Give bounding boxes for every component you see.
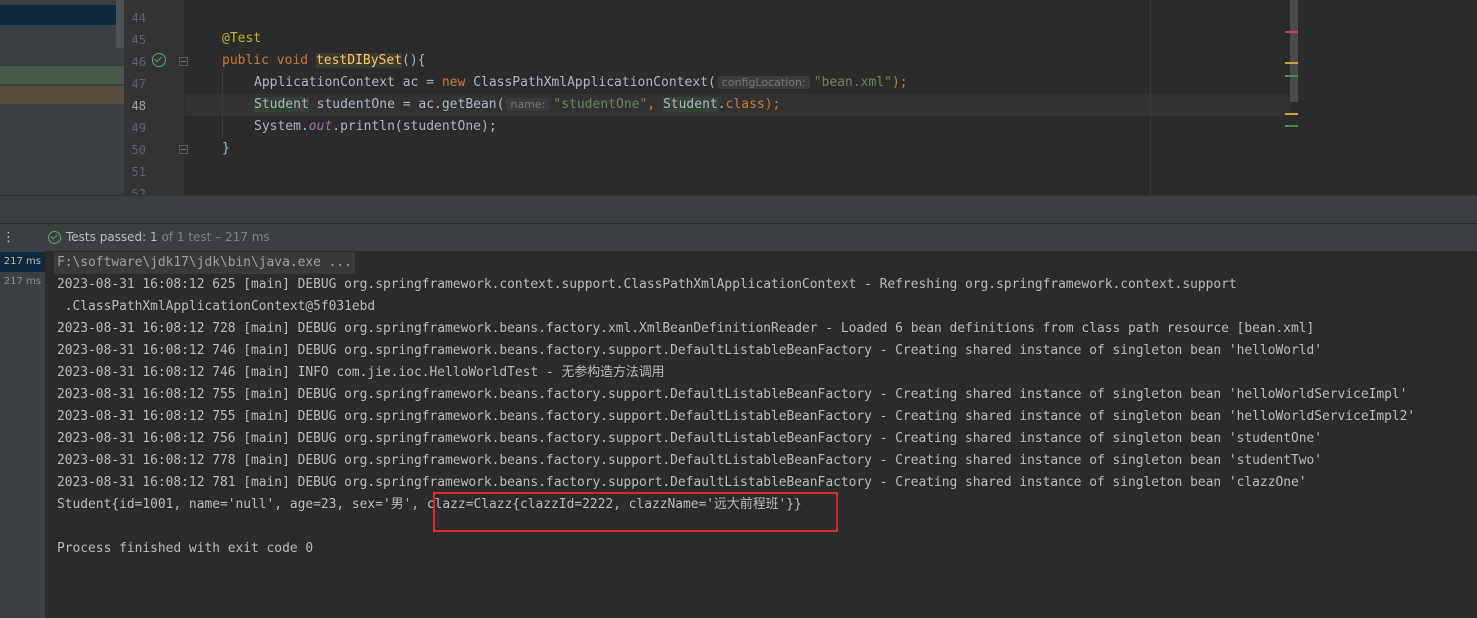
tests-status-label: Tests passed: <box>66 230 147 244</box>
code-text: ClassPathXmlApplicationContext( <box>465 75 716 90</box>
type-name: ApplicationContext <box>254 75 395 90</box>
run-test-check-icon[interactable] <box>152 53 166 67</box>
type-name: Student <box>662 97 718 112</box>
console-line: 2023-08-31 16:08:12 746 [main] DEBUG org… <box>57 343 1323 358</box>
code-line-method-signature[interactable]: public void testDIBySet(){ <box>222 50 426 72</box>
line-number: 51 <box>131 165 146 179</box>
console-line: .ClassPathXmlApplicationContext@5f031ebd <box>57 299 376 314</box>
code-text: (){ <box>402 53 426 68</box>
line-number: 49 <box>131 121 146 135</box>
parameter-hint: configLocation: <box>717 76 810 89</box>
line-number: 47 <box>131 77 146 91</box>
editor-scrollbar[interactable] <box>1290 0 1298 102</box>
tests-status-detail: of 1 test – 217 ms <box>161 230 270 244</box>
type-name: Student <box>254 97 309 112</box>
code-annotation[interactable]: @Test <box>222 28 261 50</box>
console-line: 2023-08-31 16:08:12 755 [main] DEBUG org… <box>57 409 1416 424</box>
code-text: ); <box>891 75 908 90</box>
console-line: 2023-08-31 16:08:12 625 [main] DEBUG org… <box>57 277 1237 292</box>
indent-guide <box>222 72 223 138</box>
console-line: 2023-08-31 16:08:12 781 [main] DEBUG org… <box>57 475 1307 490</box>
console-line: 2023-08-31 16:08:12 728 [main] DEBUG org… <box>57 321 1315 336</box>
string-literal: "bean.xml" <box>813 75 892 90</box>
parameter-hint: name: <box>506 98 550 111</box>
line-number-current: 48 <box>131 99 146 113</box>
console-command-line[interactable]: F:\software\jdk17\jdk\bin\java.exe ... <box>54 252 355 274</box>
more-options-icon[interactable]: ⋮ <box>2 231 15 245</box>
code-editor[interactable]: 44 45 46 47 48 49 50 51 52 @Test public … <box>0 0 1477 195</box>
code-line-50[interactable]: } <box>222 138 230 160</box>
line-number: 46 <box>131 55 146 69</box>
red-highlight-box <box>433 492 838 532</box>
test-tree-panel[interactable]: 217 ms 217 ms <box>0 251 45 618</box>
test-tree-row-root[interactable]: 217 ms <box>0 252 45 272</box>
code-text: .println(studentOne); <box>332 119 497 134</box>
console-line: 2023-08-31 16:08:12 746 [main] INFO com.… <box>57 365 665 380</box>
code-text: ac = <box>394 75 442 90</box>
tests-status-text: Tests passed: 1 of 1 test – 217 ms <box>66 230 270 244</box>
test-tree-row[interactable]: 217 ms <box>0 272 45 292</box>
code-text: . <box>717 97 726 112</box>
right-margin-line <box>1150 0 1151 195</box>
line-number: 50 <box>131 143 146 157</box>
panel-splitter[interactable] <box>0 195 1477 223</box>
code-text: ); <box>764 97 781 112</box>
test-results-toolbar: ⋮ Tests passed: 1 of 1 test – 217 ms <box>0 223 1477 251</box>
project-tree-row-highlight[interactable] <box>0 86 124 104</box>
keyword: new <box>441 75 466 90</box>
code-line-48[interactable]: Student studentOne = ac.getBean(name: "st… <box>254 94 780 116</box>
fold-icon[interactable] <box>179 145 188 154</box>
console-line: 2023-08-31 16:08:12 755 [main] DEBUG org… <box>57 387 1408 402</box>
change-stripe-marker[interactable] <box>1285 75 1298 77</box>
project-tree-strip[interactable] <box>0 0 124 195</box>
project-tree-row-highlight[interactable] <box>0 66 124 84</box>
string-literal: "studentOne" <box>553 97 648 112</box>
change-stripe-marker[interactable] <box>1285 125 1298 127</box>
console-line: 2023-08-31 16:08:12 756 [main] DEBUG org… <box>57 431 1323 446</box>
code-text: , <box>647 97 663 112</box>
project-tree-selected-row[interactable] <box>0 5 124 25</box>
project-tree-scrollbar[interactable] <box>116 0 124 48</box>
warning-stripe-marker[interactable] <box>1285 113 1298 115</box>
code-line-47[interactable]: ApplicationContext ac = new ClassPathXml… <box>254 72 908 94</box>
method-name: testDIBySet <box>315 53 403 68</box>
line-number: 45 <box>131 33 146 47</box>
fold-icon[interactable] <box>179 57 188 66</box>
tests-passed-check-icon <box>48 231 61 244</box>
console-line-exit: Process finished with exit code 0 <box>57 541 314 556</box>
line-number: 44 <box>131 11 146 25</box>
code-line-49[interactable]: System.out.println(studentOne); <box>254 116 497 138</box>
error-stripe-marker[interactable] <box>1285 31 1298 33</box>
keyword: public <box>222 53 269 68</box>
code-text: System. <box>254 119 309 134</box>
code-text: studentOne = ac.getBean( <box>308 97 505 112</box>
tests-status-count: 1 <box>150 230 158 244</box>
keyword: class <box>725 97 765 112</box>
console-line: 2023-08-31 16:08:12 778 [main] DEBUG org… <box>57 453 1323 468</box>
warning-stripe-marker[interactable] <box>1285 62 1298 64</box>
keyword: void <box>276 53 309 68</box>
static-field: out <box>308 119 333 134</box>
line-number: 52 <box>131 187 146 195</box>
